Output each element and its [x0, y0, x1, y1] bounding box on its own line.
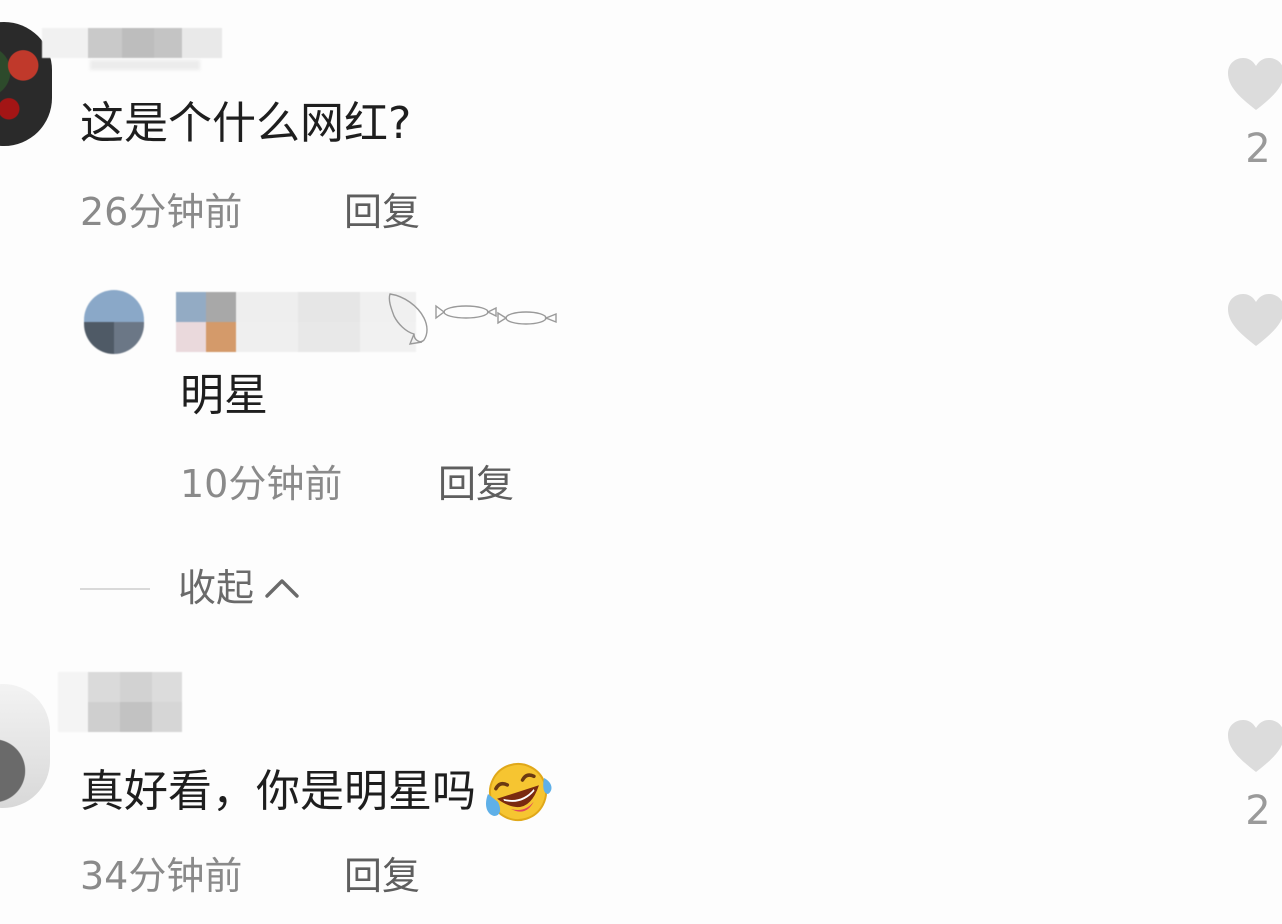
fish-decoration-icon [388, 293, 557, 345]
like-button[interactable] [1226, 292, 1282, 352]
comment-text: 真好看，你是明星吗 [80, 760, 554, 824]
username-redacted[interactable] [42, 28, 222, 58]
collapse-replies-button[interactable]: 收起 [178, 564, 300, 612]
reply-button[interactable]: 回复 [344, 852, 420, 900]
like-count: 2 [1245, 126, 1271, 172]
heart-icon [1228, 58, 1282, 110]
comment-time: 26分钟前 [80, 190, 243, 234]
comment-time: 34分钟前 [80, 854, 243, 898]
comment-text: 这是个什么网红? [80, 98, 412, 149]
avatar[interactable] [84, 290, 144, 354]
chevron-up-icon [265, 579, 299, 598]
like-button[interactable] [1226, 56, 1282, 116]
rolling-on-floor-laughing-emoji [486, 763, 552, 821]
username-redacted[interactable] [58, 672, 182, 732]
heart-icon [1228, 720, 1282, 772]
reply-button[interactable]: 回复 [344, 188, 420, 236]
heart-icon [1228, 294, 1282, 346]
avatar[interactable] [0, 684, 50, 808]
username-redacted[interactable] [176, 292, 416, 352]
collapse-divider [80, 588, 150, 590]
reply-text: 明星 [180, 370, 268, 421]
collapse-label: 收起 [178, 566, 255, 610]
reply-button[interactable]: 回复 [438, 460, 514, 508]
comment-text-content: 真好看，你是明星吗 [80, 766, 476, 817]
reply-time: 10分钟前 [180, 462, 343, 506]
like-button[interactable] [1226, 718, 1282, 778]
like-count: 2 [1245, 788, 1271, 834]
